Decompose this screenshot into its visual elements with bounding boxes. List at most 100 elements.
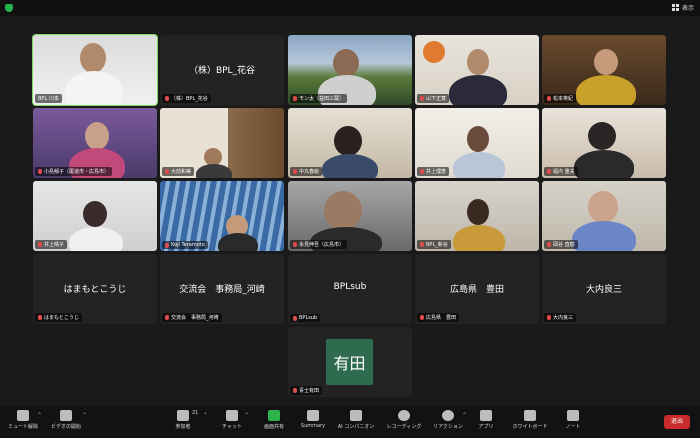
summary-icon: [307, 410, 319, 421]
ai-companion-button[interactable]: AI コンパニオン: [334, 410, 378, 430]
notes-icon: [567, 410, 579, 421]
mic-muted-icon: [165, 242, 169, 248]
view-label: 表示: [681, 5, 694, 12]
participant-label: 堀内 重夫: [544, 167, 578, 176]
mic-muted-icon: [420, 242, 424, 247]
sparkle-icon: [350, 410, 362, 421]
participant-label: 広島県 豊田: [417, 313, 460, 322]
participant-label: 永見伸吾（広島市）: [290, 240, 348, 249]
whiteboard-button[interactable]: ホワイトボード: [508, 410, 552, 430]
whiteboard-icon: [524, 410, 536, 421]
participant-name: （株）BPL_花谷: [188, 66, 256, 76]
mic-muted-icon: [165, 315, 169, 320]
mic-muted-icon: [547, 315, 551, 320]
mute-button[interactable]: ミュート解除: [6, 410, 40, 430]
mic-muted-icon: [293, 169, 297, 174]
share-screen-icon: [268, 410, 280, 421]
participant-name: 広島県 豊田: [449, 285, 504, 295]
chat-options-chevron-icon[interactable]: ⌃: [244, 412, 249, 419]
record-button[interactable]: レコーディング: [384, 410, 424, 430]
participant-label: BPLsub: [290, 314, 321, 322]
video-tile[interactable]: 有田 青士有田: [288, 327, 412, 397]
participant-label: 小島郁子（尾道市・広島市）: [35, 167, 113, 176]
reactions-button[interactable]: リアクション: [430, 410, 466, 430]
participant-label: BPL_新谷: [417, 240, 451, 249]
video-tile[interactable]: 中丸春絵: [288, 108, 412, 178]
video-tile[interactable]: 小島郁子（尾道市・広島市）: [33, 108, 157, 178]
video-button[interactable]: ビデオの開始: [48, 410, 84, 430]
participant-label: 井上晴子: [35, 240, 68, 249]
participant-name: 交流会 事務局_河崎: [179, 285, 265, 295]
mic-muted-icon: [293, 96, 297, 101]
grid-view-icon: [671, 4, 679, 11]
video-tile[interactable]: 堀内 重夫: [542, 108, 666, 178]
mic-muted-icon: [293, 242, 297, 247]
video-tile[interactable]: Koji Teramoto: [160, 181, 284, 251]
mic-muted-icon: [547, 169, 551, 174]
mic-muted-icon: [38, 315, 42, 320]
participant-label: 大前和美: [162, 167, 195, 176]
chat-icon: [226, 410, 238, 421]
mic-muted-icon: [420, 169, 424, 174]
participant-name: はまもとこうじ: [63, 285, 127, 295]
mic-muted-icon: [547, 96, 551, 101]
reactions-options-chevron-icon[interactable]: ⌃: [462, 412, 467, 419]
participant-label: 青士有田: [290, 386, 323, 395]
summary-button[interactable]: Summary: [298, 410, 328, 429]
avatar: 有田: [326, 339, 373, 385]
mic-muted-icon: [165, 169, 169, 174]
participant-label: BPL 川本: [35, 94, 62, 103]
mic-muted-icon: [165, 96, 169, 101]
video-tile[interactable]: 交流会 事務局_河崎 交流会 事務局_河崎: [160, 254, 284, 324]
video-tile[interactable]: （株）BPL_花谷 （株）BPL_花谷: [160, 35, 284, 105]
participant-name: BPLsub: [333, 282, 367, 292]
video-tile[interactable]: 井上晴子: [33, 181, 157, 251]
video-tile[interactable]: 広島県 豊田 広島県 豊田: [415, 254, 539, 324]
video-tile[interactable]: 岡谷 直樹: [542, 181, 666, 251]
mic-muted-icon: [38, 169, 42, 174]
video-tile[interactable]: BPL 川本: [32, 34, 158, 106]
meeting-toolbar: ミュート解除 ⌃ ビデオの開始 ⌃ 参加者 21 ⌃ チャット ⌃ 画面共有 S…: [0, 406, 700, 438]
participant-name: 大内良三: [585, 285, 622, 295]
video-options-chevron-icon[interactable]: ⌃: [82, 412, 87, 419]
participants-icon: [177, 410, 189, 421]
video-tile[interactable]: BPLsub BPLsub: [288, 254, 412, 324]
mic-muted-icon: [293, 315, 297, 321]
video-tile[interactable]: モン太（益田三蔵）: [288, 35, 412, 105]
video-tile[interactable]: はまもとこうじ はまもとこうじ: [33, 254, 157, 324]
share-screen-button[interactable]: 画面共有: [258, 410, 290, 430]
mic-muted-icon: [420, 315, 424, 320]
participant-label: 大内良三: [544, 313, 577, 322]
participant-label: はまもとこうじ: [35, 313, 82, 322]
video-tile[interactable]: 山下正寛: [415, 35, 539, 105]
shield-icon: [5, 4, 13, 12]
mic-muted-icon: [293, 388, 297, 393]
participant-label: 井上理恵: [417, 167, 450, 176]
mute-options-chevron-icon[interactable]: ⌃: [37, 412, 42, 419]
apps-icon: [480, 410, 492, 421]
view-button[interactable]: 表示: [671, 3, 694, 12]
chat-button[interactable]: チャット: [218, 410, 246, 430]
mic-muted-icon: [38, 242, 42, 247]
video-tile[interactable]: 大内良三 大内良三: [542, 254, 666, 324]
participant-label: 中丸春絵: [290, 167, 323, 176]
participants-count: 21: [192, 410, 199, 416]
video-tile[interactable]: 永見伸吾（広島市）: [288, 181, 412, 251]
mic-muted-icon: [420, 96, 424, 101]
top-bar: 表示: [0, 0, 700, 16]
participant-label: （株）BPL_花谷: [162, 94, 211, 103]
participant-label: 岡谷 直樹: [544, 240, 578, 249]
video-tile[interactable]: 大前和美: [160, 108, 284, 178]
participants-options-chevron-icon[interactable]: ⌃: [203, 412, 208, 419]
video-tile[interactable]: 松本英紀: [542, 35, 666, 105]
video-tile[interactable]: 井上理恵: [415, 108, 539, 178]
apps-button[interactable]: アプリ: [474, 410, 498, 430]
record-icon: [398, 410, 410, 421]
video-tile[interactable]: BPL_新谷: [415, 181, 539, 251]
leave-button[interactable]: 退出: [664, 415, 690, 429]
participant-label: Koji Teramoto: [162, 241, 208, 249]
notes-button[interactable]: ノート: [560, 410, 586, 430]
mic-off-icon: [17, 410, 29, 421]
participant-label: 山下正寛: [417, 94, 450, 103]
reaction-icon: [442, 410, 454, 421]
